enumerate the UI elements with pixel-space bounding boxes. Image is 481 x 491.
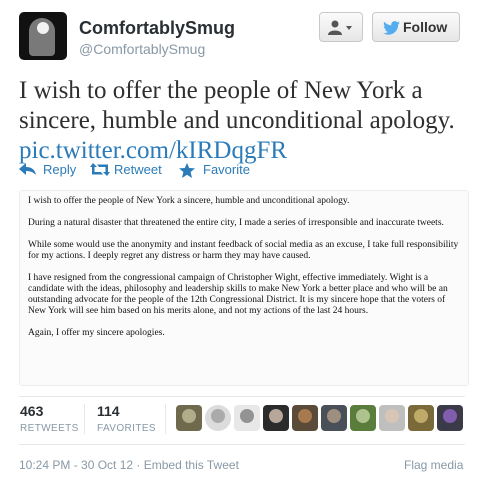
attached-image[interactable]: I wish to offer the people of New York a… [19,190,469,386]
screen-name[interactable]: @ComfortablySmug [79,41,205,57]
image-paragraph: Again, I offer my sincere apologies. [28,328,165,338]
reply-icon [19,163,36,175]
favoriter-avatar[interactable] [292,405,318,431]
user-actions-dropdown[interactable] [319,12,363,42]
retweets-count[interactable]: 463 [20,403,43,419]
tweet-text: I wish to offer the people of New York a… [19,76,469,166]
reply-label: Reply [43,162,77,177]
favoriter-avatar[interactable] [234,405,260,431]
favorite-label: Favorite [203,162,250,177]
timestamp[interactable]: 10:24 PM - 30 Oct 12 [19,458,133,472]
image-paragraph: I have resigned from the congressional c… [28,273,448,316]
embed-link[interactable]: Embed this Tweet [144,458,239,472]
stat-divider [165,404,166,434]
image-paragraph: While some would use the anonymity and i… [28,240,459,261]
follow-label: Follow [403,19,448,35]
retweets-label[interactable]: RETWEETS [20,423,79,434]
display-name[interactable]: ComfortablySmug [79,18,235,39]
twitter-bird-icon [383,21,400,35]
favoriter-avatar[interactable] [205,405,231,431]
favoriter-avatar[interactable] [321,405,347,431]
favoriter-avatar[interactable] [379,405,405,431]
image-paragraph: I wish to offer the people of New York a… [28,196,350,206]
star-icon [179,163,195,178]
tweet-header: ComfortablySmug @ComfortablySmug Follow [0,0,481,70]
media-link[interactable]: pic.twitter.com/kIRDqgFR [19,137,287,164]
favorites-label[interactable]: FAVORITES [97,423,156,434]
avatar-highlight [37,22,49,34]
retweet-label: Retweet [114,162,162,177]
image-paragraph: During a natural disaster that threatene… [28,218,444,228]
favoriter-avatar[interactable] [176,405,202,431]
footer-separator: · [133,458,144,472]
avatar[interactable] [19,12,67,60]
follow-button[interactable]: Follow [372,12,460,42]
tweet-footer: 10:24 PM - 30 Oct 12 · Embed this Tweet [19,458,239,472]
favoriter-avatar[interactable] [350,405,376,431]
favoriter-avatar[interactable] [408,405,434,431]
retweet-icon [90,163,110,176]
person-dropdown-icon [328,20,352,35]
favoriter-avatar[interactable] [437,405,463,431]
favoriter-avatar[interactable] [263,405,289,431]
favorites-count[interactable]: 114 [97,403,120,419]
stat-divider [84,404,85,434]
divider [19,444,465,445]
flag-media-link[interactable]: Flag media [404,458,463,472]
tweet-body: I wish to offer the people of New York a… [19,77,455,134]
